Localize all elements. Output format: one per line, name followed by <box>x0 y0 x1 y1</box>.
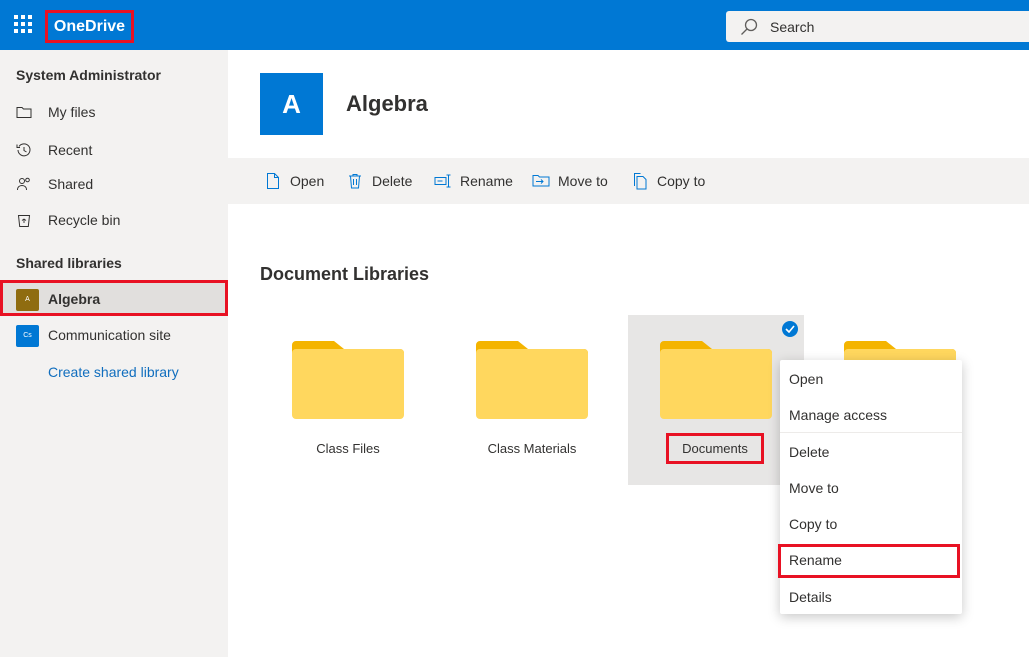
recycle-bin-icon <box>17 215 31 227</box>
menu-item-manage-access[interactable]: Manage access <box>780 397 962 431</box>
menu-item-label: Manage access <box>789 407 888 423</box>
menu-item-label: Move to <box>789 480 839 496</box>
selected-check-icon[interactable] <box>782 321 798 337</box>
command-label: Move to <box>558 173 608 189</box>
folder-icon <box>660 341 772 419</box>
library-label: Algebra <box>48 291 101 307</box>
app-brand-link[interactable]: OneDrive <box>45 10 134 43</box>
section-title: Document Libraries <box>260 264 430 284</box>
folder-tile[interactable]: Class Files <box>260 315 436 485</box>
copy-icon <box>634 173 647 190</box>
command-label: Open <box>290 173 325 189</box>
page-title: Algebra <box>346 91 428 116</box>
open-icon <box>267 173 279 189</box>
folder-name: Documents <box>666 433 764 464</box>
site-header: A Algebra <box>228 50 1029 158</box>
library-label: Communication site <box>48 327 171 343</box>
menu-item-details[interactable]: Details <box>780 579 962 613</box>
menu-item-label: Details <box>789 589 832 605</box>
shared-libraries-heading: Shared libraries <box>16 255 122 271</box>
nav-label: Recent <box>48 142 93 158</box>
nav-shared[interactable]: Shared <box>0 167 228 201</box>
history-icon <box>16 143 31 157</box>
menu-item-label: Open <box>789 371 824 387</box>
command-label: Delete <box>372 173 413 189</box>
menu-item-label: Delete <box>789 444 830 460</box>
context-menu: Open Manage access Delete Move to Copy t… <box>778 360 962 614</box>
nav-recycle-bin[interactable]: Recycle bin <box>0 203 228 237</box>
app-launcher-icon[interactable] <box>14 15 32 33</box>
folder-name: Class Materials <box>487 441 577 456</box>
folder-icon <box>16 107 32 118</box>
folder-name: Class Files <box>316 441 380 456</box>
menu-item-move-to[interactable]: Move to <box>780 470 962 504</box>
create-shared-library-link[interactable]: Create shared library <box>48 364 179 380</box>
search-box[interactable]: Search <box>726 11 1029 42</box>
people-icon <box>17 177 30 191</box>
folder-tile[interactable]: Class Materials <box>444 315 620 485</box>
menu-divider <box>780 432 962 433</box>
search-icon <box>741 18 758 35</box>
library-badge: A <box>16 289 39 311</box>
library-item-communication-site[interactable]: Cs Communication site <box>0 316 228 352</box>
folder-tile-selected[interactable]: Documents <box>628 315 804 485</box>
folder-icon <box>292 341 404 419</box>
nav-my-files[interactable]: My files <box>0 95 228 129</box>
nav-label: Recycle bin <box>48 212 121 228</box>
nav-label: Shared <box>48 176 94 192</box>
menu-item-delete[interactable]: Delete <box>780 434 962 468</box>
top-bar: OneDrive Search <box>0 0 1029 50</box>
trash-icon <box>349 174 361 189</box>
user-name: System Administrator <box>16 67 161 83</box>
menu-item-rename[interactable]: Rename <box>778 544 960 578</box>
command-label: Copy to <box>657 173 706 189</box>
left-navigation: System Administrator My files Recent Sha… <box>0 50 228 657</box>
move-icon <box>532 175 550 187</box>
nav-label: My files <box>48 104 96 120</box>
command-bar: Open Delete Rename Move to Copy to <box>228 158 1029 204</box>
search-placeholder: Search <box>770 19 815 35</box>
folder-icon <box>476 341 588 419</box>
nav-recent[interactable]: Recent <box>0 133 228 167</box>
menu-item-label: Rename <box>789 552 842 568</box>
library-item-algebra[interactable]: A Algebra <box>0 280 228 316</box>
menu-item-open[interactable]: Open <box>780 361 962 395</box>
library-badge: Cs <box>16 325 39 347</box>
menu-item-label: Copy to <box>789 516 838 532</box>
menu-item-copy-to[interactable]: Copy to <box>780 506 962 540</box>
command-label: Rename <box>460 173 513 189</box>
site-logo: A <box>260 73 323 135</box>
rename-icon <box>434 174 451 188</box>
